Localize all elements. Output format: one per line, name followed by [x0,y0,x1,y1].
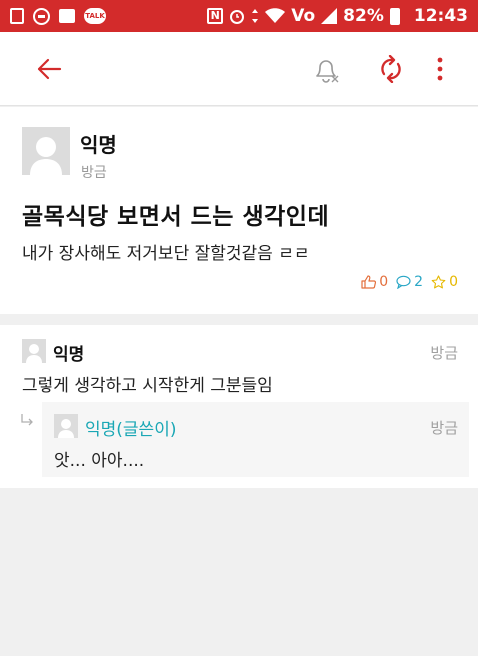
image-icon [59,9,75,23]
signal-icon [321,8,338,24]
post-title: 골목식당 보면서 드는 생각인데 [22,204,330,230]
more-options-button[interactable] [432,56,448,82]
system-icons: N Vo 82% 12:43 [207,6,468,26]
comment-text: 그렇게 생각하고 시작한게 그분들임 [22,376,273,396]
kakaotalk-icon: TALK [84,8,106,24]
download-icon [10,8,24,24]
default-profile-icon [30,137,62,175]
wifi-icon [265,8,286,24]
battery-icon [389,7,400,25]
back-button[interactable] [36,57,62,81]
like-count-value: 0 [379,274,389,290]
scrap-count-value: 0 [449,274,458,290]
app-bar [0,32,478,106]
comment-list: 익명 방금 그렇게 생각하고 시작한게 그분들임 익명(글쓴이) 방금 앗...… [0,325,478,488]
speech-bubble-icon [396,275,411,289]
star-icon [431,275,446,289]
like-count[interactable]: 0 [361,274,388,290]
reply-avatar [54,414,78,438]
reply-text: 앗... 아아.... [54,451,145,471]
bell-off-icon [316,60,339,83]
clock: 12:43 [413,6,468,26]
nfc-icon: N [207,8,224,24]
reply-arrow-icon [21,414,33,426]
notification-toggle-button[interactable] [312,56,340,84]
alarm-icon [229,8,245,24]
more-icon [437,57,443,81]
default-profile-icon [58,419,74,438]
volte-label: Vo [291,6,316,26]
data-arrows-icon [251,8,259,24]
status-bar: TALK N Vo 82% 12:43 [0,0,478,32]
comment-avatar [22,339,46,363]
comment-time: 방금 [430,344,458,362]
refresh-button[interactable] [377,54,405,84]
back-arrow-icon [37,58,62,80]
post-stats: 0 2 0 [361,274,458,290]
blocked-icon [33,7,50,25]
default-profile-icon [26,344,42,363]
post-card: 익명 방금 골목식당 보면서 드는 생각인데 내가 장사해도 저거보단 잘할것같… [0,107,478,314]
reply-time: 방금 [430,419,458,437]
reply-author: 익명(글쓴이) [85,420,177,440]
avatar [22,127,70,175]
post-body: 내가 장사해도 저거보단 잘할것같음 ㄹㄹ [22,244,310,264]
reply-comment: 익명(글쓴이) 방금 앗... 아아.... [42,402,469,477]
comment-count-value: 2 [414,274,424,290]
notification-icons: TALK [10,7,106,25]
post-author: 익명 [80,133,117,157]
battery-percent: 82% [343,6,384,26]
comment-count[interactable]: 2 [396,274,423,290]
thumbs-up-icon [361,275,377,289]
scrap-count[interactable]: 0 [431,274,458,290]
comment-author: 익명 [53,345,85,365]
post-time: 방금 [81,165,107,181]
refresh-icon [381,54,401,84]
